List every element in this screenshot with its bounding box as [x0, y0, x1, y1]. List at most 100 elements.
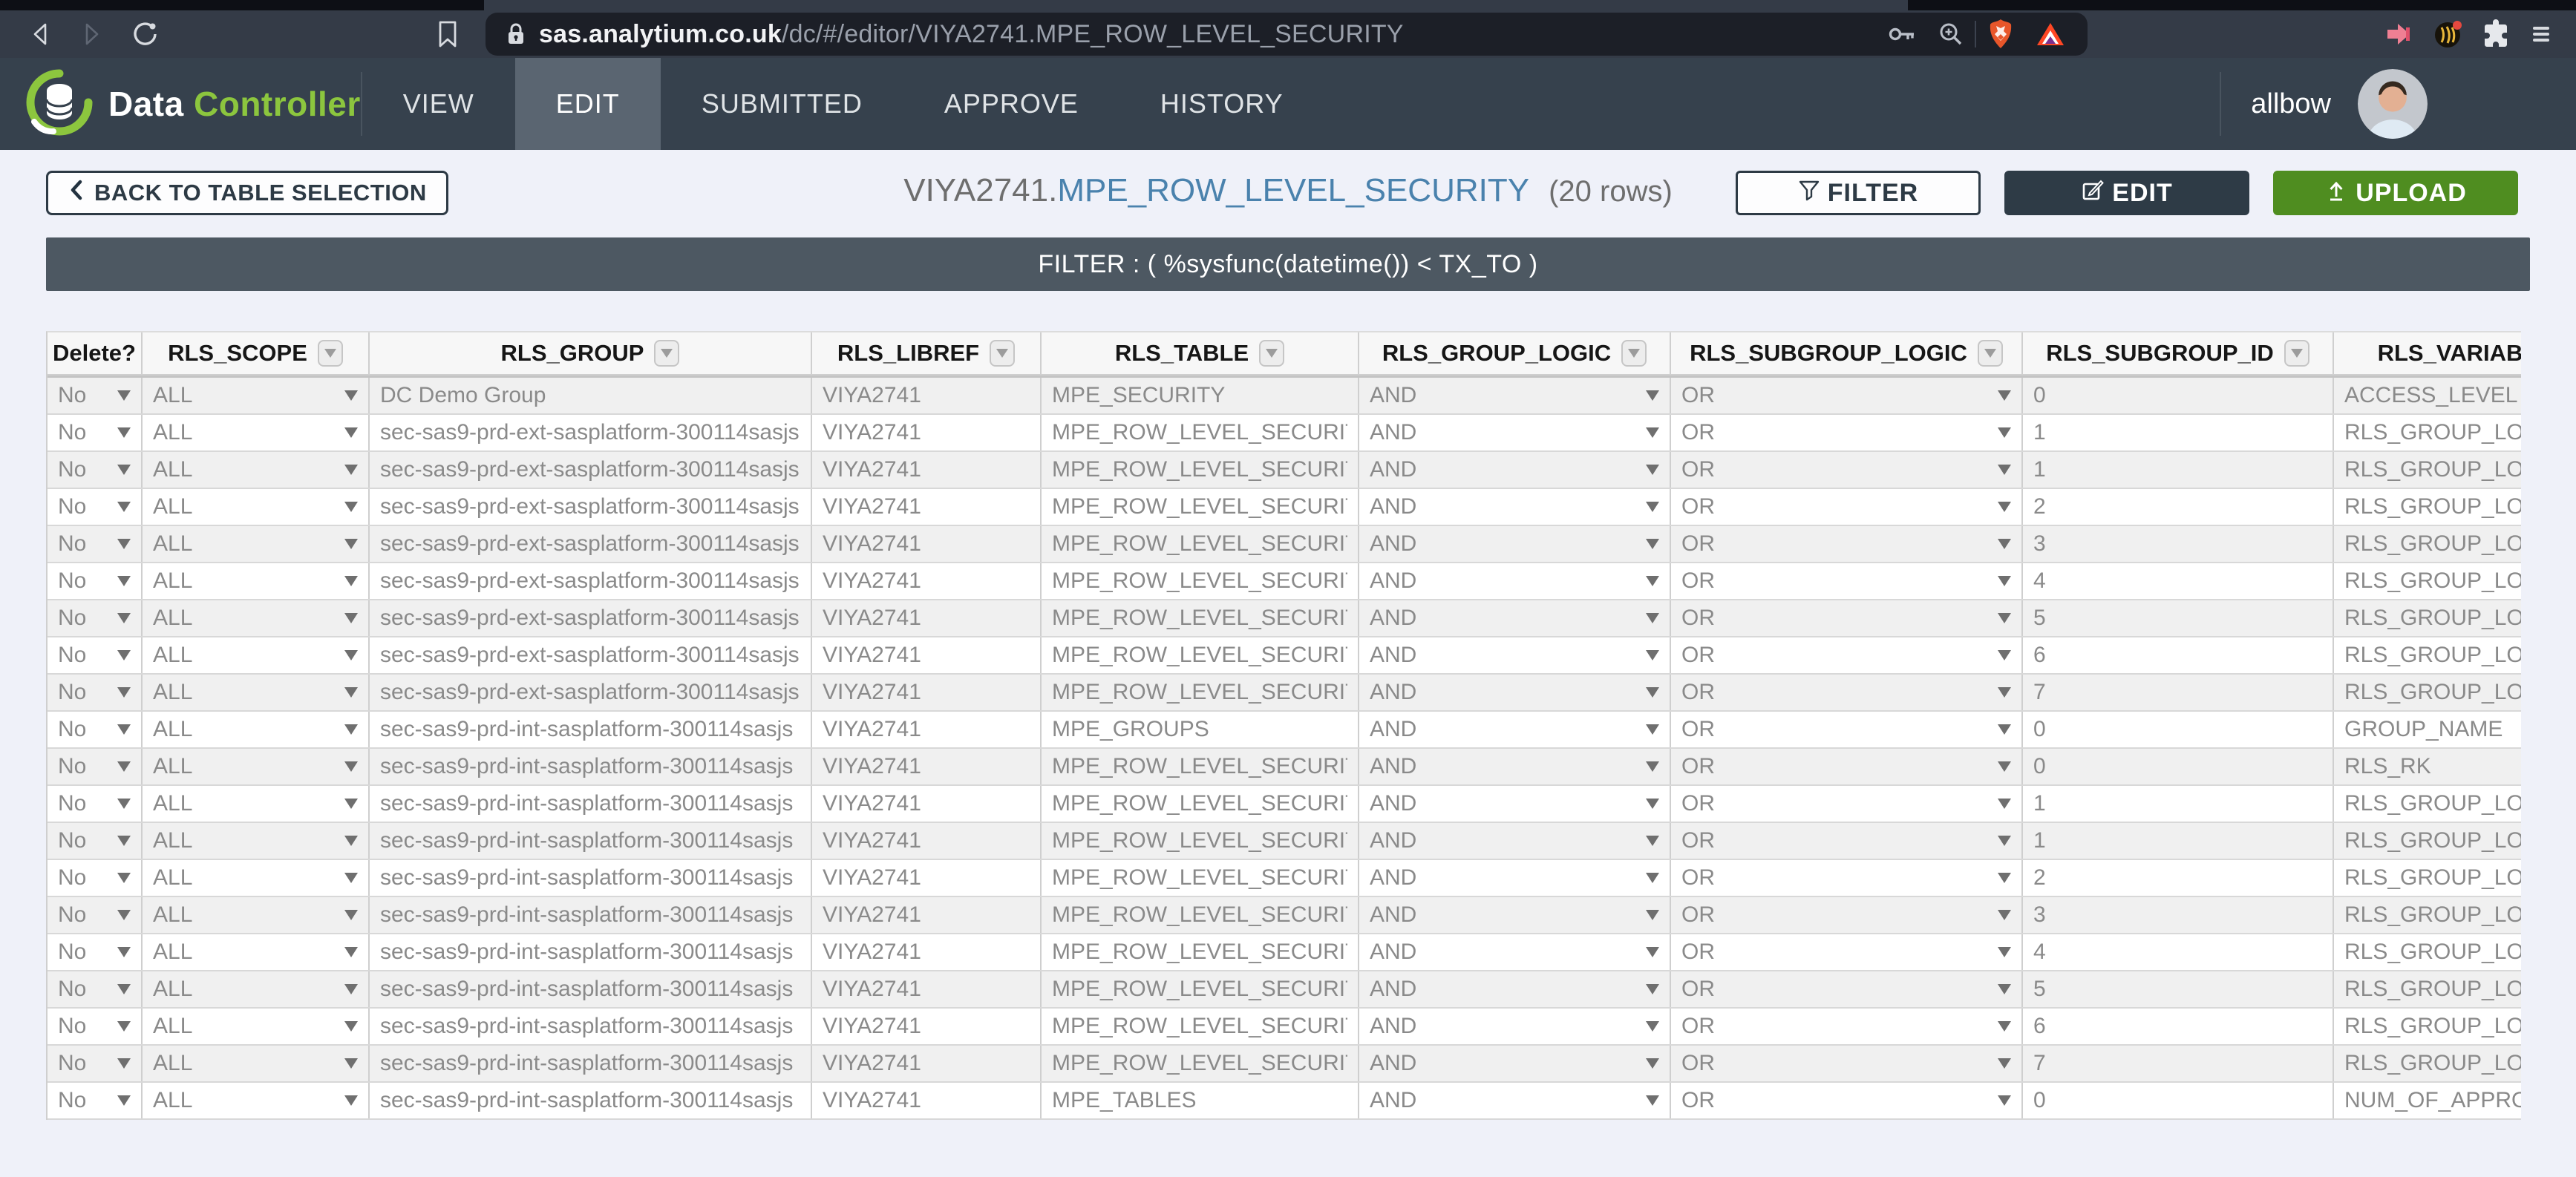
nav-item-edit[interactable]: EDIT [514, 58, 661, 150]
cell-rls-subgroup-logic[interactable]: OR [1671, 637, 2023, 673]
cell-rls-subgroup-logic[interactable]: OR [1671, 1046, 2023, 1081]
column-header-rls-scope[interactable]: RLS_SCOPE [143, 332, 370, 374]
cell-rls-subgroup-logic[interactable]: OR [1671, 675, 2023, 710]
cell-rls-scope[interactable]: ALL [143, 526, 370, 562]
cell-rls-group-logic[interactable]: AND [1359, 489, 1671, 525]
edit-button[interactable]: EDIT [2004, 171, 2249, 215]
menu-icon[interactable] [2528, 22, 2554, 47]
column-header-rls-subgroup-logic[interactable]: RLS_SUBGROUP_LOGIC [1671, 332, 2023, 374]
cell-delete-[interactable]: No [48, 1083, 143, 1118]
nav-item-view[interactable]: VIEW [362, 58, 515, 150]
cell-rls-group-logic[interactable]: AND [1359, 563, 1671, 599]
column-filter-icon[interactable] [1977, 340, 2003, 367]
cell-rls-group-logic[interactable]: AND [1359, 415, 1671, 450]
cell-rls-group-logic[interactable]: AND [1359, 860, 1671, 896]
column-filter-icon[interactable] [990, 340, 1016, 367]
puzzle-icon[interactable] [2481, 19, 2511, 49]
url-bar[interactable]: sas.analytium.co.uk/dc/#/editor/VIYA2741… [486, 13, 2088, 56]
cell-rls-group-logic[interactable]: AND [1359, 823, 1671, 859]
cell-delete-[interactable]: No [48, 971, 143, 1007]
cell-delete-[interactable]: No [48, 637, 143, 673]
cell-rls-scope[interactable]: ALL [143, 897, 370, 933]
cell-delete-[interactable]: No [48, 712, 143, 747]
back-icon[interactable] [28, 20, 56, 48]
cell-delete-[interactable]: No [48, 452, 143, 488]
data-controller-logo[interactable]: Data Controller [0, 68, 361, 140]
cell-rls-group-logic[interactable]: AND [1359, 1083, 1671, 1118]
cell-delete-[interactable]: No [48, 378, 143, 413]
cell-rls-subgroup-logic[interactable]: OR [1671, 749, 2023, 784]
cell-rls-group-logic[interactable]: AND [1359, 749, 1671, 784]
column-header-rls-subgroup-id[interactable]: RLS_SUBGROUP_ID [2023, 332, 2334, 374]
cell-rls-scope[interactable]: ALL [143, 452, 370, 488]
column-filter-icon[interactable] [2284, 340, 2309, 367]
cell-delete-[interactable]: No [48, 526, 143, 562]
cell-rls-scope[interactable]: ALL [143, 934, 370, 970]
cell-rls-scope[interactable]: ALL [143, 415, 370, 450]
cell-rls-scope[interactable]: ALL [143, 971, 370, 1007]
cell-delete-[interactable]: No [48, 489, 143, 525]
cell-delete-[interactable]: No [48, 934, 143, 970]
cell-rls-group-logic[interactable]: AND [1359, 675, 1671, 710]
bookmark-icon[interactable] [437, 20, 459, 48]
column-header-rls-group[interactable]: RLS_GROUP [370, 332, 812, 374]
cell-rls-scope[interactable]: ALL [143, 1046, 370, 1081]
cell-delete-[interactable]: No [48, 786, 143, 822]
column-filter-icon[interactable] [654, 340, 680, 367]
cell-rls-group-logic[interactable]: AND [1359, 897, 1671, 933]
cell-rls-subgroup-logic[interactable]: OR [1671, 415, 2023, 450]
cell-rls-scope[interactable]: ALL [143, 749, 370, 784]
cell-delete-[interactable]: No [48, 675, 143, 710]
extension-arrow-icon[interactable] [2383, 20, 2414, 48]
cell-rls-scope[interactable]: ALL [143, 563, 370, 599]
cell-rls-group-logic[interactable]: AND [1359, 452, 1671, 488]
cell-rls-group-logic[interactable]: AND [1359, 1046, 1671, 1081]
column-filter-icon[interactable] [317, 340, 343, 367]
nav-item-submitted[interactable]: SUBMITTED [661, 58, 903, 150]
cell-rls-subgroup-logic[interactable]: OR [1671, 897, 2023, 933]
cell-rls-group-logic[interactable]: AND [1359, 971, 1671, 1007]
avatar[interactable] [2358, 69, 2428, 139]
cell-delete-[interactable]: No [48, 823, 143, 859]
cell-rls-group-logic[interactable]: AND [1359, 378, 1671, 413]
cell-delete-[interactable]: No [48, 897, 143, 933]
extension-badge-icon[interactable] [2432, 18, 2465, 50]
cell-delete-[interactable]: No [48, 415, 143, 450]
cell-delete-[interactable]: No [48, 749, 143, 784]
cell-rls-scope[interactable]: ALL [143, 860, 370, 896]
cell-delete-[interactable]: No [48, 600, 143, 636]
cell-rls-group-logic[interactable]: AND [1359, 637, 1671, 673]
username[interactable]: allbow [2251, 88, 2331, 120]
column-header-rls-group-logic[interactable]: RLS_GROUP_LOGIC [1359, 332, 1671, 374]
cell-delete-[interactable]: No [48, 563, 143, 599]
cell-rls-group-logic[interactable]: AND [1359, 786, 1671, 822]
cell-rls-subgroup-logic[interactable]: OR [1671, 971, 2023, 1007]
cell-rls-subgroup-logic[interactable]: OR [1671, 823, 2023, 859]
cell-rls-subgroup-logic[interactable]: OR [1671, 563, 2023, 599]
upload-button[interactable]: UPLOAD [2273, 171, 2518, 215]
cell-delete-[interactable]: No [48, 1046, 143, 1081]
column-header-rls-table[interactable]: RLS_TABLE [1042, 332, 1359, 374]
active-browser-tab[interactable] [484, 0, 1908, 10]
cell-rls-subgroup-logic[interactable]: OR [1671, 526, 2023, 562]
nav-item-approve[interactable]: APPROVE [903, 58, 1119, 150]
cell-rls-group-logic[interactable]: AND [1359, 1009, 1671, 1044]
cell-delete-[interactable]: No [48, 1009, 143, 1044]
cell-rls-subgroup-logic[interactable]: OR [1671, 786, 2023, 822]
cell-rls-scope[interactable]: ALL [143, 600, 370, 636]
cell-rls-subgroup-logic[interactable]: OR [1671, 378, 2023, 413]
zoom-icon[interactable] [1938, 21, 1964, 47]
cell-rls-scope[interactable]: ALL [143, 378, 370, 413]
cell-rls-scope[interactable]: ALL [143, 489, 370, 525]
column-header-rls-libref[interactable]: RLS_LIBREF [812, 332, 1042, 374]
column-filter-icon[interactable] [1621, 340, 1647, 367]
column-header-rls-variable-nm[interactable]: RLS_VARIABLE_NM [2334, 332, 2521, 374]
filter-button[interactable]: FILTER [1736, 171, 1981, 215]
column-header-delete-[interactable]: Delete? [48, 332, 143, 374]
cell-rls-subgroup-logic[interactable]: OR [1671, 600, 2023, 636]
cell-delete-[interactable]: No [48, 860, 143, 896]
cell-rls-subgroup-logic[interactable]: OR [1671, 489, 2023, 525]
cell-rls-scope[interactable]: ALL [143, 675, 370, 710]
forward-icon[interactable] [76, 20, 104, 48]
cell-rls-subgroup-logic[interactable]: OR [1671, 1009, 2023, 1044]
